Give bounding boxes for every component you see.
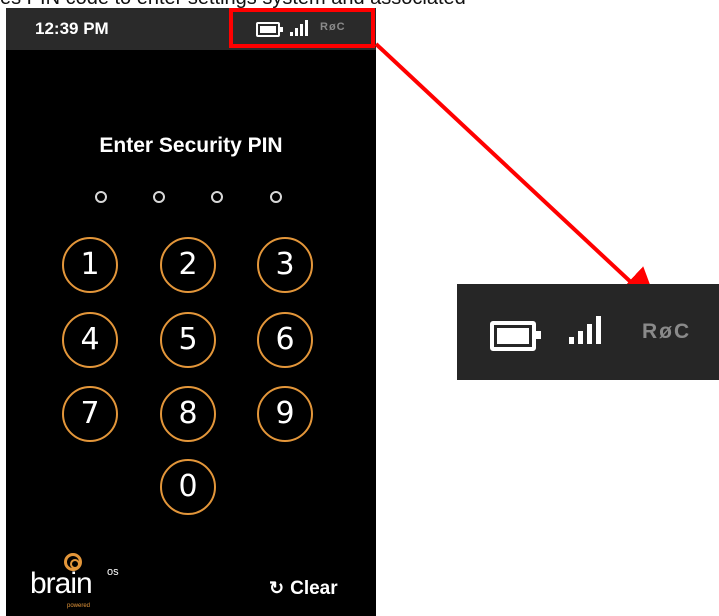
status-bar: 12:39 PM RøC xyxy=(6,8,376,50)
pin-dot xyxy=(211,191,223,203)
clear-button[interactable]: ↻ Clear xyxy=(269,578,338,604)
phone-screen: 12:39 PM RøC Enter Security PIN 1 2 3 4 … xyxy=(6,8,376,616)
battery-icon xyxy=(490,321,541,351)
keypad-key-3[interactable]: 3 xyxy=(257,237,313,293)
keypad-key-1[interactable]: 1 xyxy=(62,237,118,293)
keypad-key-4[interactable]: 4 xyxy=(62,312,118,368)
keypad-key-0[interactable]: 0 xyxy=(160,459,216,515)
zoom-inset: RøC xyxy=(457,284,719,380)
pin-dot xyxy=(153,191,165,203)
logo-text: brain xyxy=(30,567,93,600)
logo-superscript: os xyxy=(107,566,119,578)
refresh-icon: ↻ xyxy=(269,578,285,598)
keypad-key-6[interactable]: 6 xyxy=(257,312,313,368)
highlight-box xyxy=(229,8,375,48)
signal-icon xyxy=(569,316,603,344)
pin-dot xyxy=(95,191,107,203)
keypad-key-9[interactable]: 9 xyxy=(257,386,313,442)
keypad-key-7[interactable]: 7 xyxy=(62,386,118,442)
roc-icon: RøC xyxy=(642,320,692,343)
clear-label: Clear xyxy=(290,578,338,599)
pin-dot xyxy=(270,191,282,203)
keypad-key-8[interactable]: 8 xyxy=(160,386,216,442)
pin-indicator xyxy=(6,191,376,211)
status-time: 12:39 PM xyxy=(35,19,109,38)
keypad-key-5[interactable]: 5 xyxy=(160,312,216,368)
pin-title: Enter Security PIN xyxy=(99,134,283,157)
brain-os-logo: brain os powered xyxy=(30,553,140,613)
keypad-key-2[interactable]: 2 xyxy=(160,237,216,293)
logo-tagline: powered xyxy=(67,603,91,609)
page: es PIN code to enter settings system and… xyxy=(0,0,719,616)
